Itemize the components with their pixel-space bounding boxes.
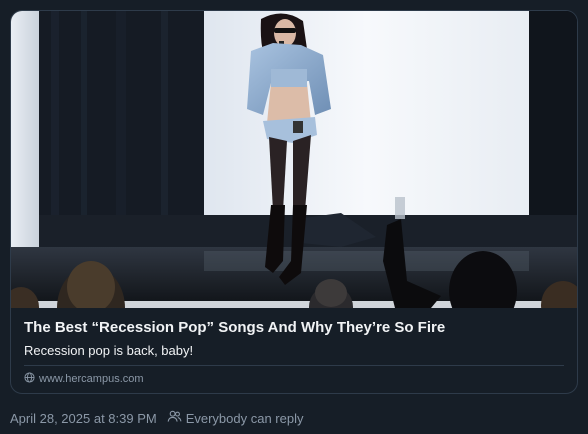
- link-preview-domain-row: www.hercampus.com: [24, 371, 144, 387]
- post-timestamp[interactable]: April 28, 2025 at 8:39 PM: [10, 411, 157, 426]
- reply-setting[interactable]: Everybody can reply: [167, 410, 304, 426]
- globe-icon: [24, 370, 35, 388]
- reply-setting-label: Everybody can reply: [185, 410, 304, 426]
- people-icon: [167, 410, 182, 426]
- post-view: The Best “Recession Pop” Songs And Why T…: [0, 0, 588, 434]
- link-preview-image[interactable]: [11, 11, 577, 308]
- performer-on-stage-photo: [11, 11, 577, 308]
- link-preview-title[interactable]: The Best “Recession Pop” Songs And Why T…: [24, 319, 564, 337]
- link-preview-card[interactable]: The Best “Recession Pop” Songs And Why T…: [10, 10, 578, 394]
- link-preview-description: Recession pop is back, baby!: [24, 343, 194, 358]
- link-preview-domain: www.hercampus.com: [39, 373, 144, 385]
- link-preview-meta: The Best “Recession Pop” Songs And Why T…: [11, 308, 577, 393]
- post-footer: April 28, 2025 at 8:39 PM Everybody can …: [10, 409, 303, 427]
- link-preview-divider: [24, 365, 564, 366]
